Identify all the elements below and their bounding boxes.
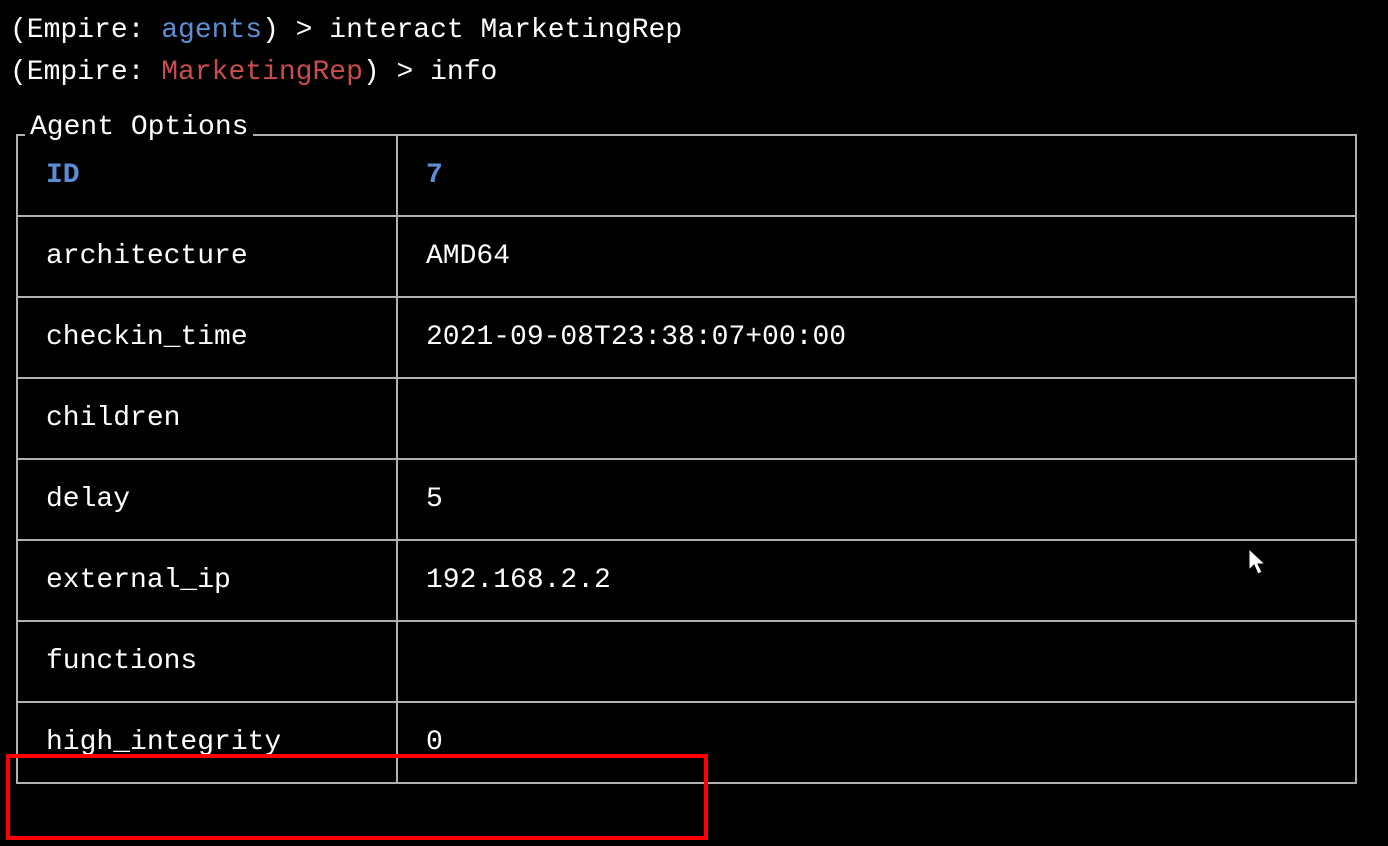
table-row: children (17, 378, 1356, 459)
option-key: functions (17, 621, 397, 702)
option-key-text: children (46, 403, 180, 434)
option-value: 5 (397, 459, 1356, 540)
table-row: external_ip 192.168.2.2 (17, 540, 1356, 621)
prompt2-prefix: (Empire: (10, 57, 161, 88)
option-key: checkin_time (17, 297, 397, 378)
prompt2-command: info (430, 57, 497, 88)
option-value-text: 7 (426, 160, 443, 191)
agent-options-title: Agent Options (25, 112, 253, 143)
option-value: 2021-09-08T23:38:07+00:00 (397, 297, 1356, 378)
option-key-text: delay (46, 484, 130, 515)
prompt2-context: MarketingRep (161, 57, 363, 88)
option-value: AMD64 (397, 216, 1356, 297)
table-row: checkin_time 2021-09-08T23:38:07+00:00 (17, 297, 1356, 378)
option-key: children (17, 378, 397, 459)
option-value (397, 621, 1356, 702)
option-value: 192.168.2.2 (397, 540, 1356, 621)
option-key-text: high_integrity (46, 727, 281, 758)
option-value-text: 5 (426, 484, 443, 515)
table-row: delay 5 (17, 459, 1356, 540)
option-key-text: architecture (46, 241, 248, 272)
agent-options-box: Agent Options ID7architectureAMD64checki… (10, 134, 1378, 784)
prompt1-prefix: (Empire: (10, 15, 161, 46)
option-key: high_integrity (17, 702, 397, 783)
option-key-text: functions (46, 646, 197, 677)
option-key-text: external_ip (46, 565, 231, 596)
prompt2-suffix: ) > (363, 57, 430, 88)
option-value-text: 2021-09-08T23:38:07+00:00 (426, 322, 846, 353)
table-row: functions (17, 621, 1356, 702)
option-value: 0 (397, 702, 1356, 783)
prompt-line-2[interactable]: (Empire: MarketingRep) > info (10, 52, 1378, 94)
table-row: architecture AMD64 (17, 216, 1356, 297)
option-key: ID (17, 135, 397, 216)
agent-options-table: ID 7 architecture AMD64 checkin_time 2021-09-… (16, 134, 1357, 784)
option-key: architecture (17, 216, 397, 297)
table-row: ID 7 (17, 135, 1356, 216)
prompt-line-1[interactable]: (Empire: agents) > interact MarketingRep (10, 10, 1378, 52)
option-value-text: 192.168.2.2 (426, 565, 611, 596)
option-value-text: AMD64 (426, 241, 510, 272)
option-key: external_ip (17, 540, 397, 621)
prompt1-command: interact MarketingRep (329, 15, 682, 46)
option-value-text: 0 (426, 727, 443, 758)
table-row: high_integrity 0 (17, 702, 1356, 783)
option-value (397, 378, 1356, 459)
option-key: delay (17, 459, 397, 540)
option-key-text: checkin_time (46, 322, 248, 353)
option-key-text: ID (46, 160, 80, 191)
prompt1-context: agents (161, 15, 262, 46)
option-value: 7 (397, 135, 1356, 216)
prompt1-suffix: ) > (262, 15, 329, 46)
